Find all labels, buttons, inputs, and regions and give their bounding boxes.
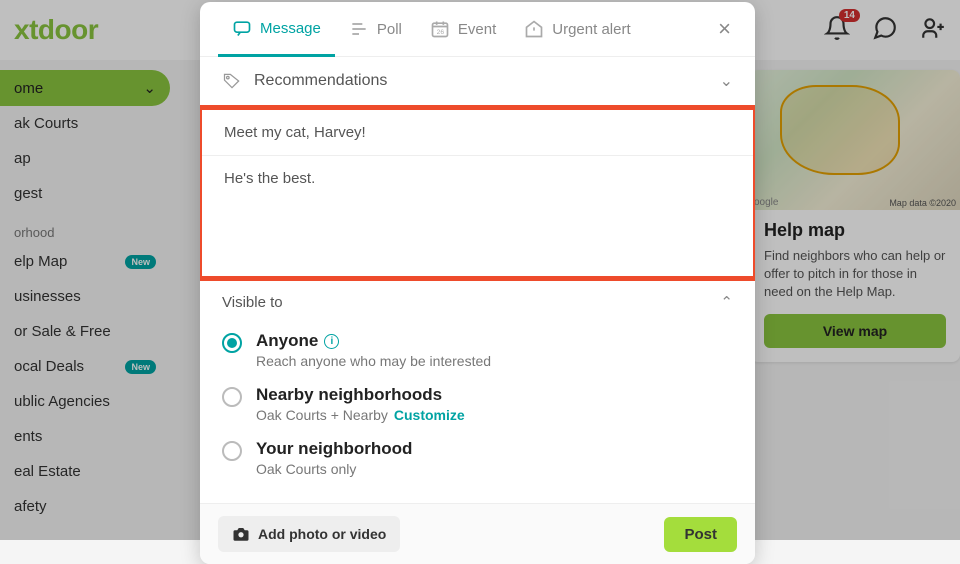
compose-footer: Add photo or video Post xyxy=(200,503,755,564)
alert-icon xyxy=(524,19,544,39)
camera-icon xyxy=(232,525,250,543)
post-body-input[interactable] xyxy=(202,155,753,271)
compose-modal: Message Poll 26 Event Urgent alert × Rec… xyxy=(200,2,755,564)
post-title-input[interactable] xyxy=(202,110,753,155)
post-button[interactable]: Post xyxy=(664,517,737,552)
customize-link[interactable]: Customize xyxy=(394,407,465,423)
calendar-icon: 26 xyxy=(430,19,450,39)
tag-icon xyxy=(222,71,242,91)
close-button[interactable]: × xyxy=(712,10,737,48)
tab-event[interactable]: 26 Event xyxy=(416,3,510,55)
visible-to-toggle[interactable]: Visible to ⌃ xyxy=(200,281,755,319)
tab-message[interactable]: Message xyxy=(218,2,335,57)
close-icon: × xyxy=(718,16,731,41)
visibility-options: Anyonei Reach anyone who may be interest… xyxy=(200,319,755,503)
radio-icon xyxy=(222,441,242,461)
highlighted-input-area xyxy=(200,105,755,281)
radio-icon xyxy=(222,387,242,407)
tab-urgent[interactable]: Urgent alert xyxy=(510,3,644,55)
tab-poll[interactable]: Poll xyxy=(335,3,416,55)
visibility-option-anyone[interactable]: Anyonei Reach anyone who may be interest… xyxy=(222,323,733,377)
compose-tabs: Message Poll 26 Event Urgent alert × xyxy=(200,2,755,57)
message-icon xyxy=(232,18,252,38)
add-photo-button[interactable]: Add photo or video xyxy=(218,516,400,552)
poll-icon xyxy=(349,19,369,39)
visibility-option-nearby[interactable]: Nearby neighborhoods Oak Courts + Nearby… xyxy=(222,377,733,431)
chevron-down-icon: ⌄ xyxy=(720,71,733,91)
radio-checked-icon xyxy=(222,333,242,353)
chevron-up-icon: ⌃ xyxy=(720,293,733,311)
recommendations-toggle[interactable]: Recommendations ⌄ xyxy=(200,57,755,105)
info-icon[interactable]: i xyxy=(324,334,339,349)
svg-text:26: 26 xyxy=(437,29,445,36)
visibility-option-your[interactable]: Your neighborhood Oak Courts only xyxy=(222,431,733,485)
